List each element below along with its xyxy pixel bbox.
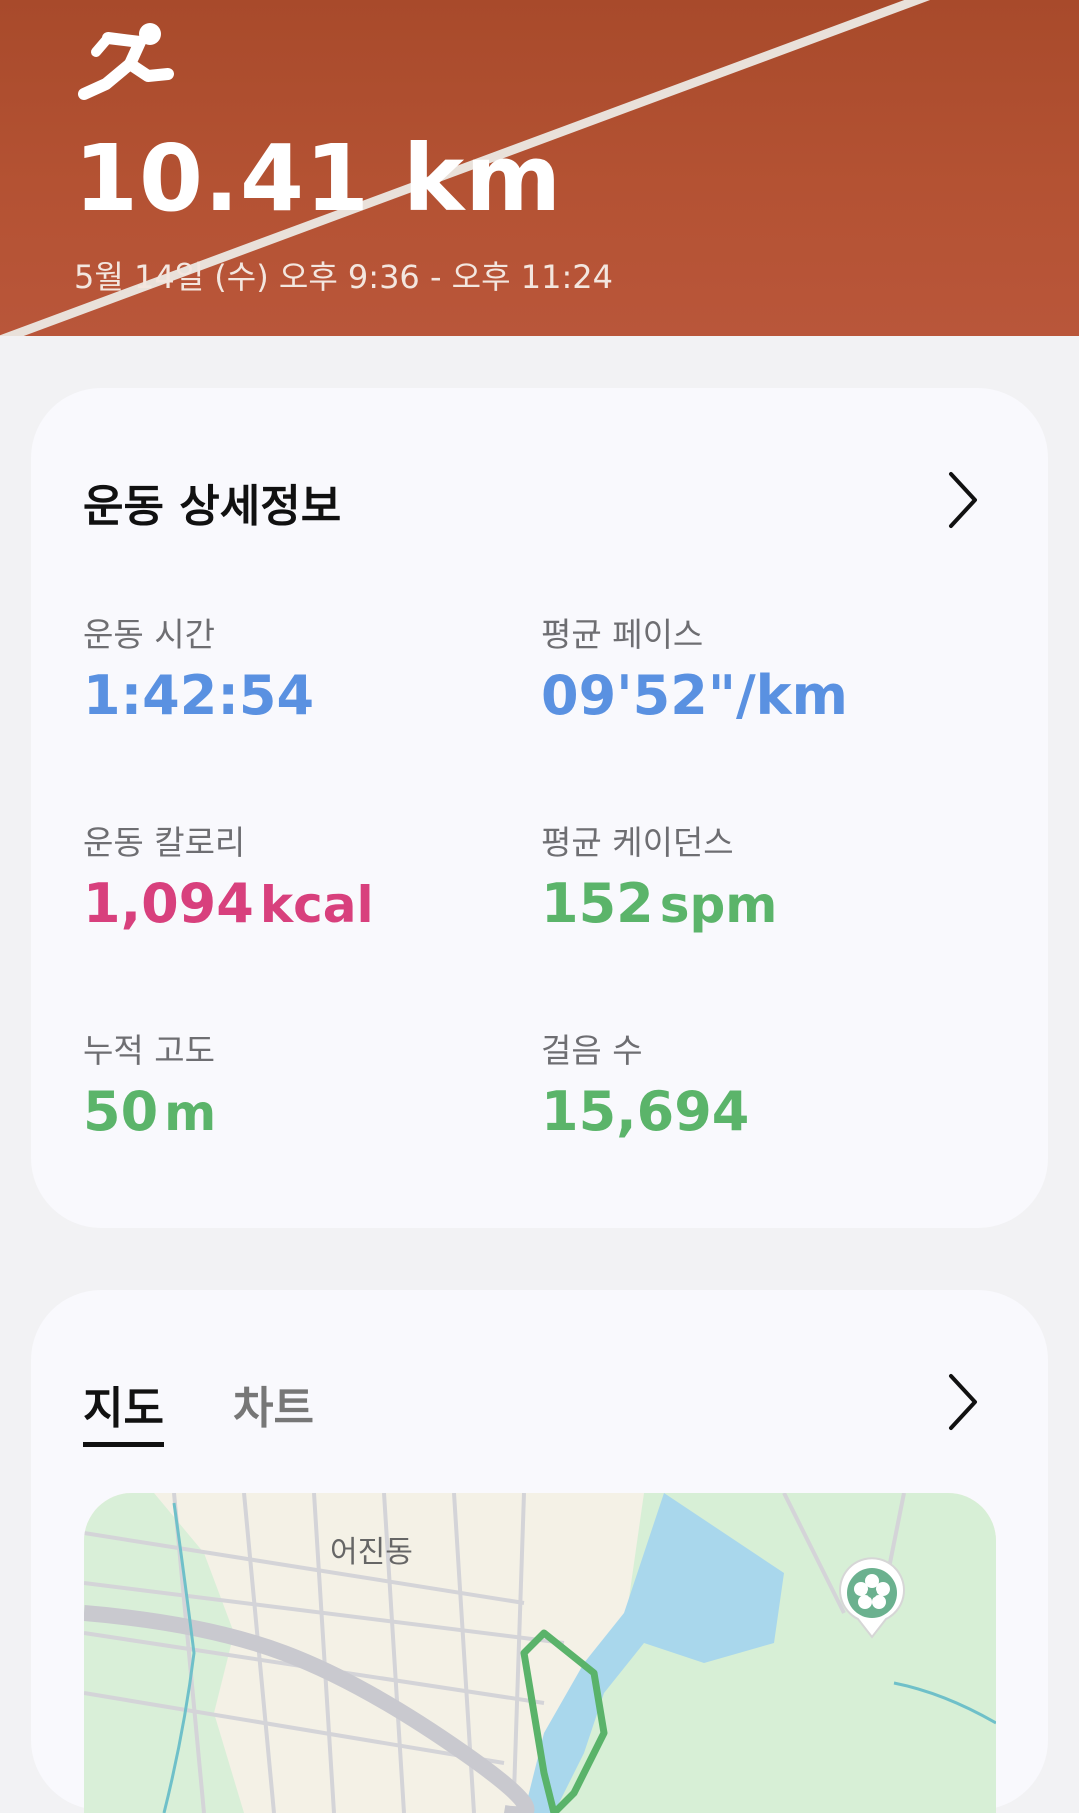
stat-workout-time: 운동 시간 1:42:54: [83, 608, 314, 727]
stat-calories: 운동 칼로리 1,094 kcal: [83, 816, 374, 935]
stat-average-cadence: 평균 케이던스 152 spm: [541, 816, 777, 935]
stat-value-row: 50 m: [83, 1080, 216, 1143]
stat-unit: kcal: [259, 876, 374, 934]
stat-average-pace: 평균 페이스 09'52"/km: [541, 608, 848, 727]
stat-unit: spm: [659, 876, 778, 934]
stat-value: 15,694: [541, 1080, 750, 1143]
running-person-icon: [78, 23, 174, 100]
route-map[interactable]: 어진동: [84, 1493, 996, 1813]
total-distance: 10.41 km: [74, 125, 563, 232]
flower-marker-icon[interactable]: [836, 1557, 908, 1639]
stat-value: 50: [83, 1080, 159, 1143]
stat-elevation-gain: 누적 고도 50 m: [83, 1024, 216, 1143]
stat-value: 09'52"/km: [541, 664, 848, 727]
card-title: 운동 상세정보: [83, 481, 342, 532]
stat-value: 1:42:54: [83, 664, 315, 727]
stat-unit: m: [164, 1084, 217, 1142]
map-place-label: 어진동: [330, 1535, 413, 1570]
stat-label: 누적 고도: [83, 1031, 215, 1070]
stat-value-row: 1,094 kcal: [83, 872, 374, 935]
tab-chart[interactable]: 차트: [233, 1372, 314, 1436]
stat-value: 1,094: [83, 872, 254, 935]
stat-label: 평균 페이스: [541, 615, 704, 654]
stat-label: 걸음 수: [541, 1031, 643, 1070]
header-hero: 10.41 km 5월 14일 (수) 오후 9:36 - 오후 11:24: [0, 0, 1079, 336]
tab-map[interactable]: 지도: [83, 1372, 164, 1447]
stat-label: 평균 케이던스: [541, 823, 734, 862]
chevron-right-icon[interactable]: [943, 468, 983, 532]
map-graphic: [84, 1493, 996, 1813]
chevron-right-icon[interactable]: [943, 1370, 983, 1434]
stat-label: 운동 칼로리: [83, 823, 246, 862]
stat-value-row: 152 spm: [541, 872, 777, 935]
stat-steps: 걸음 수 15,694: [541, 1024, 749, 1143]
map-chart-card: 지도 차트 어진동: [31, 1290, 1048, 1813]
stat-value: 152: [541, 872, 654, 935]
stat-label: 운동 시간: [83, 615, 215, 654]
workout-details-card[interactable]: 운동 상세정보 운동 시간 1:42:54 평균 페이스 09'52"/km 운…: [31, 388, 1048, 1228]
workout-date-range: 5월 14일 (수) 오후 9:36 - 오후 11:24: [74, 258, 613, 296]
